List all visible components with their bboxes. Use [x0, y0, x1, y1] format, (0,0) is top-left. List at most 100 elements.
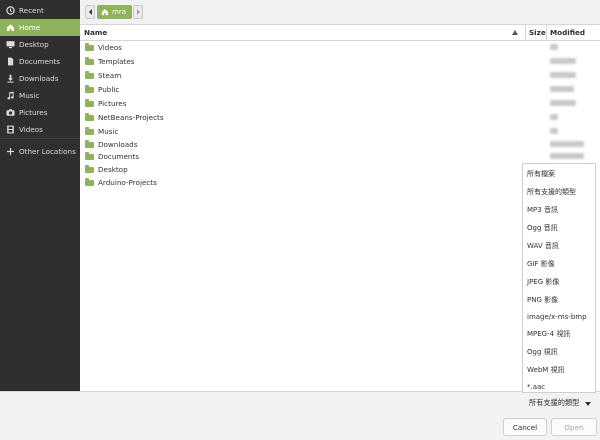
folder-icon	[85, 98, 94, 107]
folder-icon	[85, 126, 94, 135]
folder-icon	[85, 42, 94, 51]
file-row[interactable]: Music	[80, 125, 600, 138]
path-bar: mra	[80, 0, 600, 25]
sidebar-item-label: Recent	[19, 6, 44, 15]
modified-value	[550, 44, 558, 50]
places-sidebar: Recent Home Desktop Documents Downloads …	[0, 0, 80, 391]
breadcrumb-label: mra	[112, 8, 126, 16]
menu-item[interactable]: PNG 影像	[527, 292, 558, 308]
file-name: Downloads	[98, 140, 138, 149]
sidebar-item-downloads[interactable]: Downloads	[0, 70, 80, 87]
music-icon	[6, 91, 15, 100]
sidebar-item-label: Videos	[19, 125, 43, 134]
menu-item[interactable]: MP3 音訊	[527, 202, 558, 218]
modified-value	[550, 58, 576, 64]
file-row[interactable]: Steam	[80, 69, 600, 82]
column-modified[interactable]: Modified	[550, 28, 585, 37]
home-icon	[6, 23, 15, 32]
modified-value	[550, 72, 576, 78]
file-type-menu: 所有檔案 所有支援的類型 MP3 音訊 Ogg 音訊 WAV 音訊 GIF 影像…	[522, 163, 596, 393]
sidebar-item-label: Pictures	[19, 108, 48, 117]
folder-icon	[85, 56, 94, 65]
folder-icon	[85, 70, 94, 79]
clock-icon	[6, 6, 15, 15]
sort-ascending-icon[interactable]	[512, 28, 518, 37]
modified-value	[550, 114, 558, 120]
menu-item[interactable]: JPEG 影像	[527, 274, 559, 290]
folder-icon	[85, 84, 94, 93]
folder-icon	[85, 177, 94, 186]
sidebar-item-documents[interactable]: Documents	[0, 53, 80, 70]
folder-icon	[85, 164, 94, 173]
file-type-filter[interactable]: 所有支援的類型	[523, 395, 595, 411]
sidebar-item-label: Home	[19, 23, 41, 32]
folder-icon	[85, 112, 94, 121]
menu-item[interactable]: WebM 視訊	[527, 362, 565, 378]
modified-value	[550, 100, 576, 106]
desktop-icon	[6, 40, 15, 49]
modified-value	[550, 141, 584, 147]
file-name: Templates	[98, 57, 135, 66]
folder-icon	[85, 139, 94, 148]
sidebar-item-other-locations[interactable]: Other Locations	[0, 143, 80, 160]
menu-item[interactable]: Ogg 視訊	[527, 344, 558, 360]
file-row[interactable]: Public	[80, 83, 600, 96]
column-name[interactable]: Name	[84, 28, 107, 37]
sidebar-separator	[0, 138, 80, 139]
sidebar-item-recent[interactable]: Recent	[0, 2, 80, 19]
file-row[interactable]: Documents	[80, 150, 600, 163]
sidebar-item-label: Desktop	[19, 40, 49, 49]
cancel-button[interactable]: Cancel	[503, 418, 547, 436]
filter-selected-label: 所有支援的類型	[529, 398, 580, 407]
menu-item[interactable]: Ogg 音訊	[527, 220, 558, 236]
back-button[interactable]	[85, 5, 95, 19]
camera-icon	[6, 108, 15, 117]
document-icon	[6, 57, 15, 66]
file-name: Public	[98, 85, 120, 94]
file-row[interactable]: Templates	[80, 55, 600, 68]
sidebar-item-pictures[interactable]: Pictures	[0, 104, 80, 121]
home-icon	[101, 8, 109, 16]
menu-item[interactable]: *.aac	[527, 379, 545, 395]
chevron-left-icon	[88, 8, 93, 17]
file-row[interactable]: NetBeans-Projects	[80, 111, 600, 124]
breadcrumb-home[interactable]: mra	[97, 5, 132, 19]
file-name: Arduino-Projects	[98, 178, 157, 187]
chevron-right-icon	[136, 8, 141, 17]
menu-item[interactable]: 所有檔案	[527, 166, 555, 182]
cancel-button-label: Cancel	[512, 422, 538, 432]
column-header: Name Size Modified	[80, 25, 600, 41]
file-name: NetBeans-Projects	[98, 113, 164, 122]
file-row[interactable]: Videos	[80, 41, 600, 54]
file-name: Music	[98, 127, 119, 136]
film-icon	[6, 125, 15, 134]
open-button[interactable]: Open	[551, 418, 597, 436]
file-name: Pictures	[98, 99, 127, 108]
modified-value	[550, 86, 574, 92]
modified-value	[550, 153, 584, 159]
sidebar-item-home[interactable]: Home	[0, 19, 80, 36]
chevron-down-icon	[585, 400, 591, 409]
sidebar-item-videos[interactable]: Videos	[0, 121, 80, 138]
menu-item[interactable]: WAV 音訊	[527, 238, 559, 254]
plus-icon	[6, 147, 15, 156]
sidebar-item-label: Documents	[19, 57, 60, 66]
file-name: Steam	[98, 71, 122, 80]
sidebar-item-label: Downloads	[19, 74, 59, 83]
forward-button[interactable]	[133, 5, 143, 19]
menu-item[interactable]: GIF 影像	[527, 256, 555, 272]
menu-item[interactable]: 所有支援的類型	[527, 184, 576, 200]
file-name: Desktop	[98, 165, 128, 174]
column-size[interactable]: Size	[529, 28, 546, 37]
menu-item[interactable]: MPEG-4 視訊	[527, 326, 570, 342]
modified-value	[550, 128, 558, 134]
sidebar-item-music[interactable]: Music	[0, 87, 80, 104]
sidebar-item-label: Music	[19, 91, 40, 100]
sidebar-item-label: Other Locations	[19, 147, 76, 156]
sidebar-item-desktop[interactable]: Desktop	[0, 36, 80, 53]
file-row[interactable]: Pictures	[80, 97, 600, 110]
open-button-label: Open	[564, 422, 584, 432]
download-icon	[6, 74, 15, 83]
file-name: Documents	[98, 152, 139, 161]
menu-item[interactable]: image/x-ms-bmp	[527, 309, 587, 325]
